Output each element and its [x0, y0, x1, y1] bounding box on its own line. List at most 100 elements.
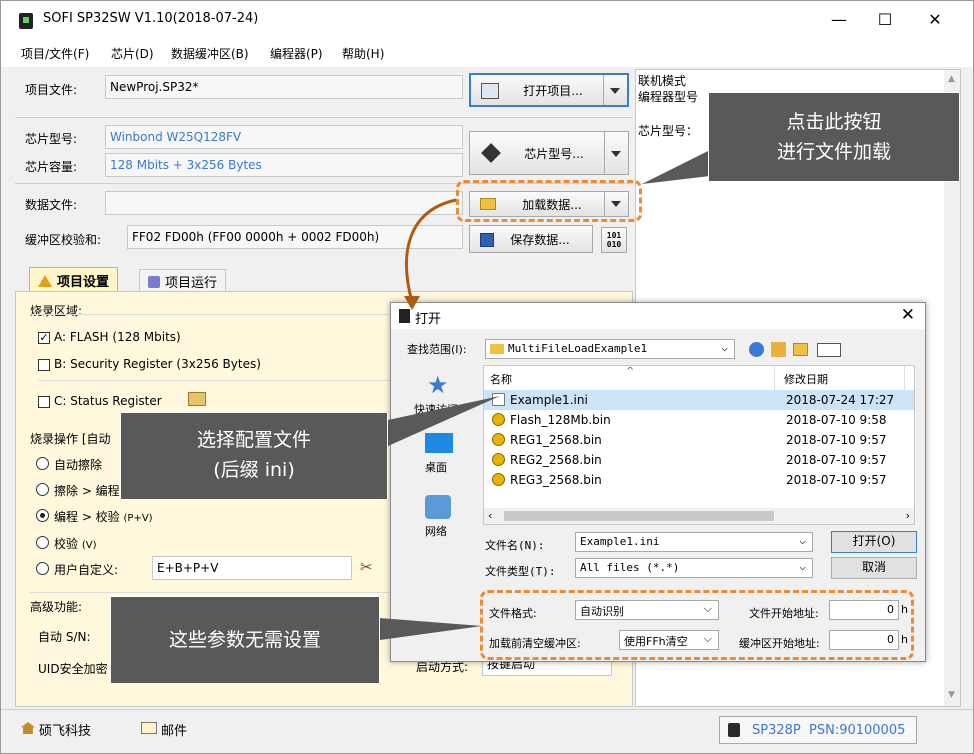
file-list: 名称 ^ 修改日期 Example1.ini 2018-07-24 17:27 F…: [483, 365, 915, 525]
column-date[interactable]: 修改日期: [784, 371, 828, 387]
checkbox-status[interactable]: [38, 396, 50, 408]
quick-access-icon[interactable]: ★: [427, 371, 449, 399]
column-divider: [774, 366, 775, 390]
advanced-title: 高级功能:: [30, 600, 83, 614]
binary-view-button[interactable]: 101 010: [601, 227, 627, 253]
tab-project-settings-label: 项目设置: [57, 275, 110, 290]
tab-project-settings[interactable]: 项目设置: [29, 267, 119, 293]
file-date: 2018-07-10 9:57: [786, 453, 887, 467]
menu-file[interactable]: 项目/文件(F): [21, 45, 89, 62]
file-row[interactable]: REG2_2568.bin 2018-07-10 9:57: [490, 450, 914, 470]
chevron-down-icon: ⌵: [721, 341, 728, 354]
bin-file-icon: [492, 413, 505, 426]
menu-bar: 项目/文件(F) 芯片(D) 数据缓冲区(B) 编程器(P) 帮助(H): [1, 39, 973, 67]
horizontal-scrollbar[interactable]: ‹ ›: [484, 508, 914, 524]
programmer-model-text: 编程器型号: [638, 90, 699, 104]
params-highlight: [480, 590, 914, 660]
scroll-thumb[interactable]: [504, 511, 774, 521]
ini-file-icon: [492, 393, 505, 406]
chip-size-label: 芯片容量:: [25, 160, 78, 174]
bin-file-icon: [492, 473, 505, 486]
menu-buffer[interactable]: 数据缓冲区(B): [171, 45, 249, 62]
minimize-button[interactable]: —: [819, 9, 859, 31]
chip-icon: [481, 143, 501, 163]
file-row[interactable]: REG3_2568.bin 2018-07-10 9:57: [490, 470, 914, 490]
project-file-field[interactable]: NewProj.SP32*: [105, 75, 463, 99]
chip-type-dropdown[interactable]: [604, 132, 628, 174]
scroll-right-icon[interactable]: ›: [906, 509, 910, 522]
desktop-icon[interactable]: [425, 433, 453, 453]
menu-help[interactable]: 帮助(H): [342, 45, 384, 62]
dialog-title: 打开: [415, 312, 442, 327]
divider: [15, 117, 633, 118]
save-data-button[interactable]: 保存数据...: [469, 225, 593, 253]
chip-model-text: 芯片型号：: [638, 124, 699, 138]
burn-ops-title: 烧录操作 [自动: [30, 432, 111, 446]
quick-access-label[interactable]: 快速访问: [414, 401, 458, 417]
status-register-label: C: Status Register: [54, 394, 162, 408]
status-bar: 硕飞科技 邮件 SP328P PSN:90100005: [1, 709, 973, 753]
device-icon: [728, 723, 740, 737]
dialog-close-button[interactable]: ✕: [901, 305, 915, 325]
filetype-select[interactable]: All files (*.*) ⌵: [575, 558, 813, 578]
file-row[interactable]: REG1_2568.bin 2018-07-10 9:57: [490, 430, 914, 450]
dialog-open-button[interactable]: 打开(O): [831, 531, 917, 553]
scroll-down-icon[interactable]: ▼: [948, 690, 955, 700]
radio-program-verify[interactable]: [36, 509, 49, 522]
company-link[interactable]: 硕飞科技: [39, 720, 91, 739]
column-name[interactable]: 名称: [490, 371, 512, 387]
network-icon[interactable]: [425, 495, 451, 519]
file-row[interactable]: Example1.ini 2018-07-24 17:27: [484, 390, 914, 410]
new-folder-icon[interactable]: [793, 343, 808, 356]
chevron-down-icon: ⌵: [799, 560, 806, 573]
filename-input[interactable]: Example1.ini ⌵: [575, 532, 813, 552]
scroll-left-icon[interactable]: ‹: [488, 509, 492, 522]
network-label[interactable]: 网络: [425, 523, 447, 539]
divider: [30, 592, 390, 593]
folder-icon: [490, 344, 504, 354]
auto-sn-label: 自动 S/N:: [38, 630, 91, 644]
open-project-dropdown[interactable]: [603, 75, 627, 105]
dialog-app-icon: [399, 309, 410, 323]
file-name: REG2_2568.bin: [510, 453, 602, 467]
settings-tab-icon: [38, 274, 52, 287]
mail-link[interactable]: 邮件: [161, 720, 187, 739]
file-date: 2018-07-24 17:27: [786, 393, 895, 407]
file-name: Example1.ini: [510, 393, 588, 407]
radio-custom[interactable]: [36, 562, 49, 575]
file-date: 2018-07-10 9:58: [786, 413, 887, 427]
dialog-cancel-button[interactable]: 取消: [831, 557, 917, 579]
save-data-label: 保存数据...: [510, 232, 570, 247]
checkbox-flash[interactable]: ✓: [38, 332, 50, 344]
menu-programmer[interactable]: 编程器(P): [270, 45, 323, 62]
close-button[interactable]: ✕: [915, 9, 955, 31]
radio-erase-program[interactable]: [36, 483, 49, 496]
up-folder-icon[interactable]: [771, 342, 786, 357]
lookin-select[interactable]: MultiFileLoadExample1 ⌵: [485, 339, 735, 359]
menu-chip[interactable]: 芯片(D): [111, 45, 154, 62]
view-menu-icon[interactable]: [817, 343, 841, 357]
burn-area-title: 烧录区域:: [30, 304, 83, 318]
open-project-button[interactable]: 打开项目...: [469, 73, 629, 107]
tab-project-run[interactable]: 项目运行: [139, 269, 227, 293]
edit-status-icon[interactable]: [188, 392, 206, 406]
file-row[interactable]: Flash_128Mb.bin 2018-07-10 9:58: [490, 410, 914, 430]
uid-encrypt-label: UID安全加密: [38, 662, 108, 676]
file-name: Flash_128Mb.bin: [510, 413, 611, 427]
radio-verify[interactable]: [36, 536, 49, 549]
chevron-down-icon: [611, 151, 621, 157]
program-verify-label: 编程 > 校验 (P+V): [54, 508, 153, 525]
radio-auto-erase[interactable]: [36, 457, 49, 470]
clear-icon[interactable]: ✂: [360, 558, 373, 576]
scroll-up-icon[interactable]: ▲: [948, 74, 955, 84]
custom-sequence-field[interactable]: E+B+P+V: [152, 556, 352, 580]
maximize-button[interactable]: ☐: [865, 9, 905, 31]
security-label: B: Security Register (3x256 Bytes): [54, 357, 261, 371]
checkbox-security[interactable]: [38, 359, 50, 371]
chip-type-button[interactable]: 芯片型号...: [469, 131, 629, 175]
mail-icon: [141, 722, 157, 734]
desktop-label[interactable]: 桌面: [425, 459, 447, 475]
back-icon[interactable]: [749, 342, 764, 357]
filename-label: 文件名(N):: [485, 539, 545, 552]
program-verify-text: 编程 > 校验: [54, 510, 120, 524]
